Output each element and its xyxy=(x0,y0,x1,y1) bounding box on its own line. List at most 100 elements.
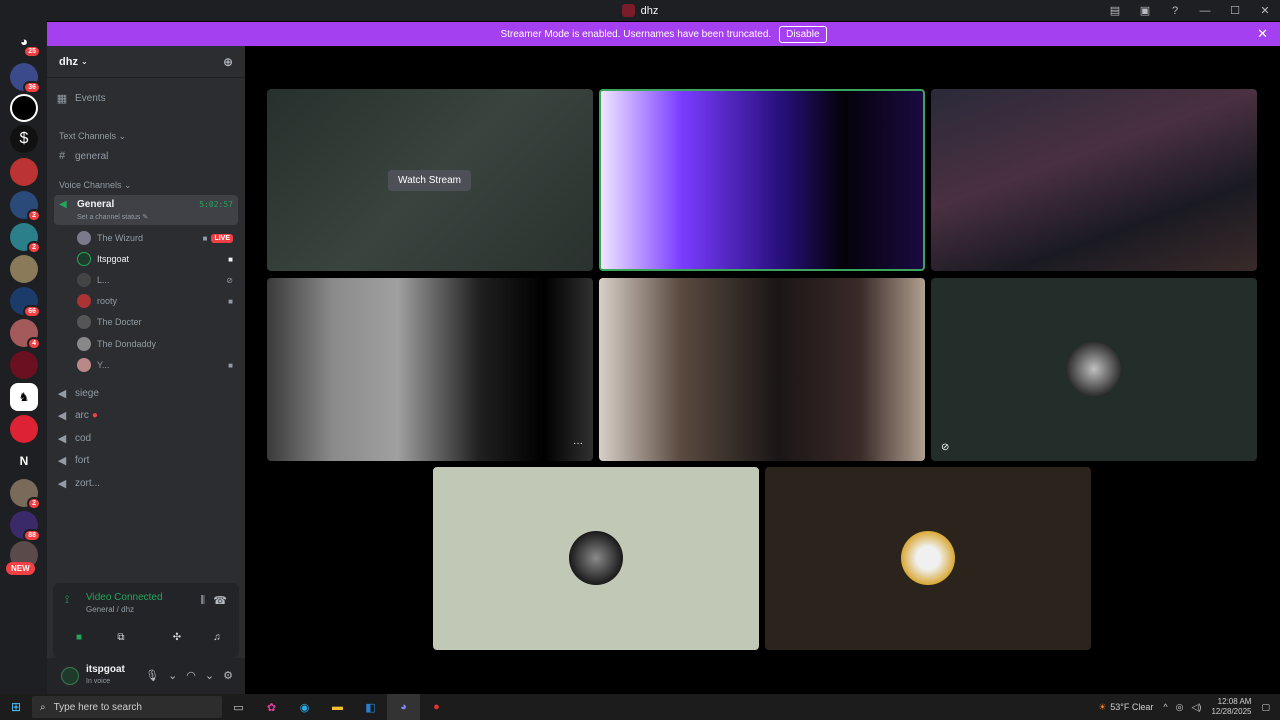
help-icon[interactable]: ? xyxy=(1160,0,1190,21)
screen-share-button[interactable]: ⧉ xyxy=(101,628,141,646)
network-icon[interactable]: ◎ xyxy=(1176,702,1184,713)
camera-icon: ■ xyxy=(228,254,233,264)
app-taskbar-icon[interactable]: ● xyxy=(420,694,453,720)
channel-status-input[interactable]: Set a channel status ✎ xyxy=(77,213,148,221)
server-icon[interactable] xyxy=(10,158,38,186)
channel-name: cod xyxy=(75,432,92,444)
screen-icon[interactable]: ▣ xyxy=(1130,0,1160,21)
server-icon[interactable] xyxy=(10,415,38,443)
more-options-icon[interactable]: ··· xyxy=(573,438,583,449)
video-tile[interactable] xyxy=(931,89,1257,271)
server-icon[interactable]: 2 xyxy=(10,191,41,222)
discord-taskbar-icon[interactable]: ◕ xyxy=(387,694,420,720)
video-stage: Watch Stream ··· ⊘ xyxy=(245,46,1280,694)
badge: 25 xyxy=(23,45,41,58)
category-text-channels[interactable]: Text Channels ⌄ xyxy=(59,131,126,142)
noise-suppression-icon[interactable]: ⫼ xyxy=(200,595,205,606)
server-icon[interactable]: 88 xyxy=(10,511,41,542)
window-controls: ▤ ▣ ? — ☐ ✕ xyxy=(1100,0,1280,21)
voice-channel-siege[interactable]: ◀ siege xyxy=(55,386,237,400)
member-name: The Docter xyxy=(97,317,142,327)
discord-home-icon[interactable]: ◕ 25 xyxy=(10,27,41,58)
voice-channel-general[interactable]: ◀ General Set a channel status ✎ 5:02:57 xyxy=(54,195,238,225)
server-icon[interactable]: 2 xyxy=(10,479,41,510)
notifications-icon[interactable]: ▢ xyxy=(1261,702,1270,713)
windows-start-icon[interactable]: ⊞ xyxy=(0,700,32,714)
disable-streamer-mode-button[interactable]: Disable xyxy=(779,25,827,43)
activities-button[interactable]: ✣ xyxy=(157,628,197,646)
screen-share-icon: ⧉ xyxy=(117,631,125,643)
edge-icon[interactable]: ◉ xyxy=(288,694,321,720)
video-tile[interactable] xyxy=(599,278,925,461)
settings-gear-icon[interactable]: ⚙ xyxy=(223,669,233,682)
server-icon[interactable]: 36 xyxy=(10,63,41,94)
soundboard-icon: ♫ xyxy=(213,631,221,643)
connection-status[interactable]: Video Connected xyxy=(86,592,163,603)
avatar xyxy=(77,273,91,287)
volume-icon[interactable]: ◁) xyxy=(1192,702,1202,713)
server-icon[interactable] xyxy=(10,94,38,122)
voice-member[interactable]: Y... ■ xyxy=(77,356,237,374)
weather-text[interactable]: 53°F Clear xyxy=(1110,702,1153,712)
show-hidden-icons-icon[interactable]: ^ xyxy=(1163,702,1167,712)
video-tile[interactable]: ⊘ xyxy=(931,278,1257,461)
close-window-icon[interactable]: ✕ xyxy=(1250,0,1280,21)
disconnect-icon[interactable]: ☎ xyxy=(213,594,227,607)
soundboard-button[interactable]: ♫ xyxy=(197,628,237,646)
task-view-icon[interactable]: ▭ xyxy=(222,694,255,720)
file-explorer-icon[interactable]: ▬ xyxy=(321,694,354,720)
invite-people-icon[interactable]: ⊕ xyxy=(223,55,233,69)
chevron-down-icon[interactable]: ⌄ xyxy=(168,669,177,682)
server-icon[interactable]: ♞ xyxy=(10,383,38,411)
text-channel-general[interactable]: # general xyxy=(55,149,237,163)
voice-member[interactable]: The Dondaddy xyxy=(77,335,237,353)
voice-member[interactable]: rooty ■ xyxy=(77,292,237,310)
video-tile-speaking[interactable] xyxy=(599,89,925,271)
voice-channel-fort[interactable]: ◀ fort xyxy=(55,453,237,467)
video-tile[interactable] xyxy=(433,467,759,650)
server-icon[interactable] xyxy=(10,351,38,379)
server-icon[interactable]: 4 xyxy=(10,319,41,350)
camera-button[interactable]: ■ xyxy=(59,628,99,646)
server-header[interactable]: dhz ⌄ ⊕ xyxy=(47,46,245,78)
voice-channel-zort[interactable]: ◀ zort... xyxy=(55,476,237,490)
voice-member[interactable]: The Docter xyxy=(77,313,237,331)
connection-location[interactable]: General / dhz xyxy=(86,605,134,614)
maximize-icon[interactable]: ☐ xyxy=(1220,0,1250,21)
headphones-icon[interactable]: ◠ xyxy=(186,669,196,682)
server-letter: N xyxy=(19,454,29,468)
speaker-icon: ◀ xyxy=(59,199,67,210)
chevron-down-icon[interactable]: ⌄ xyxy=(205,669,214,682)
clock[interactable]: 12:08 AM 12/28/2025 xyxy=(1211,697,1251,717)
server-icon[interactable]: $ xyxy=(10,125,38,153)
video-tile[interactable] xyxy=(765,467,1091,650)
watch-stream-button[interactable]: Watch Stream xyxy=(388,170,471,191)
events-item[interactable]: ▦ Events xyxy=(55,91,237,105)
server-icon[interactable]: N xyxy=(10,447,38,475)
outlook-icon[interactable]: ◧ xyxy=(354,694,387,720)
server-icon xyxy=(621,4,635,17)
taskbar-search-input[interactable]: ⌕ Type here to search xyxy=(32,696,222,718)
avatar[interactable] xyxy=(61,667,79,685)
voice-member[interactable]: Itspgoat ■ xyxy=(77,250,237,268)
category-voice-channels[interactable]: Voice Channels ⌄ xyxy=(59,180,132,191)
voice-member[interactable]: L... ⊘ xyxy=(77,271,237,289)
username[interactable]: itspgoat xyxy=(86,664,125,675)
server-icon[interactable]: 66 xyxy=(10,287,41,318)
voice-channel-arc[interactable]: ◀ arc ● xyxy=(55,408,237,422)
badge: 2 xyxy=(27,209,41,222)
server-icon[interactable]: 2 xyxy=(10,223,41,254)
close-banner-icon[interactable]: ✕ xyxy=(1257,26,1268,42)
channel-name: General xyxy=(77,199,115,210)
copilot-icon[interactable]: ✿ xyxy=(255,694,288,720)
server-icon[interactable] xyxy=(10,255,38,283)
speaker-icon: ◀ xyxy=(57,387,67,400)
video-tile[interactable]: ··· xyxy=(267,278,593,461)
microphone-icon[interactable]: 🎙 xyxy=(145,669,159,682)
inbox-icon[interactable]: ▤ xyxy=(1100,0,1130,21)
voice-channel-cod[interactable]: ◀ cod xyxy=(55,431,237,445)
voice-member[interactable]: The Wizurd ■ LIVE xyxy=(77,229,237,247)
camera-icon: ■ xyxy=(228,360,233,370)
stream-tile[interactable]: Watch Stream xyxy=(267,89,593,271)
minimize-icon[interactable]: — xyxy=(1190,0,1220,21)
